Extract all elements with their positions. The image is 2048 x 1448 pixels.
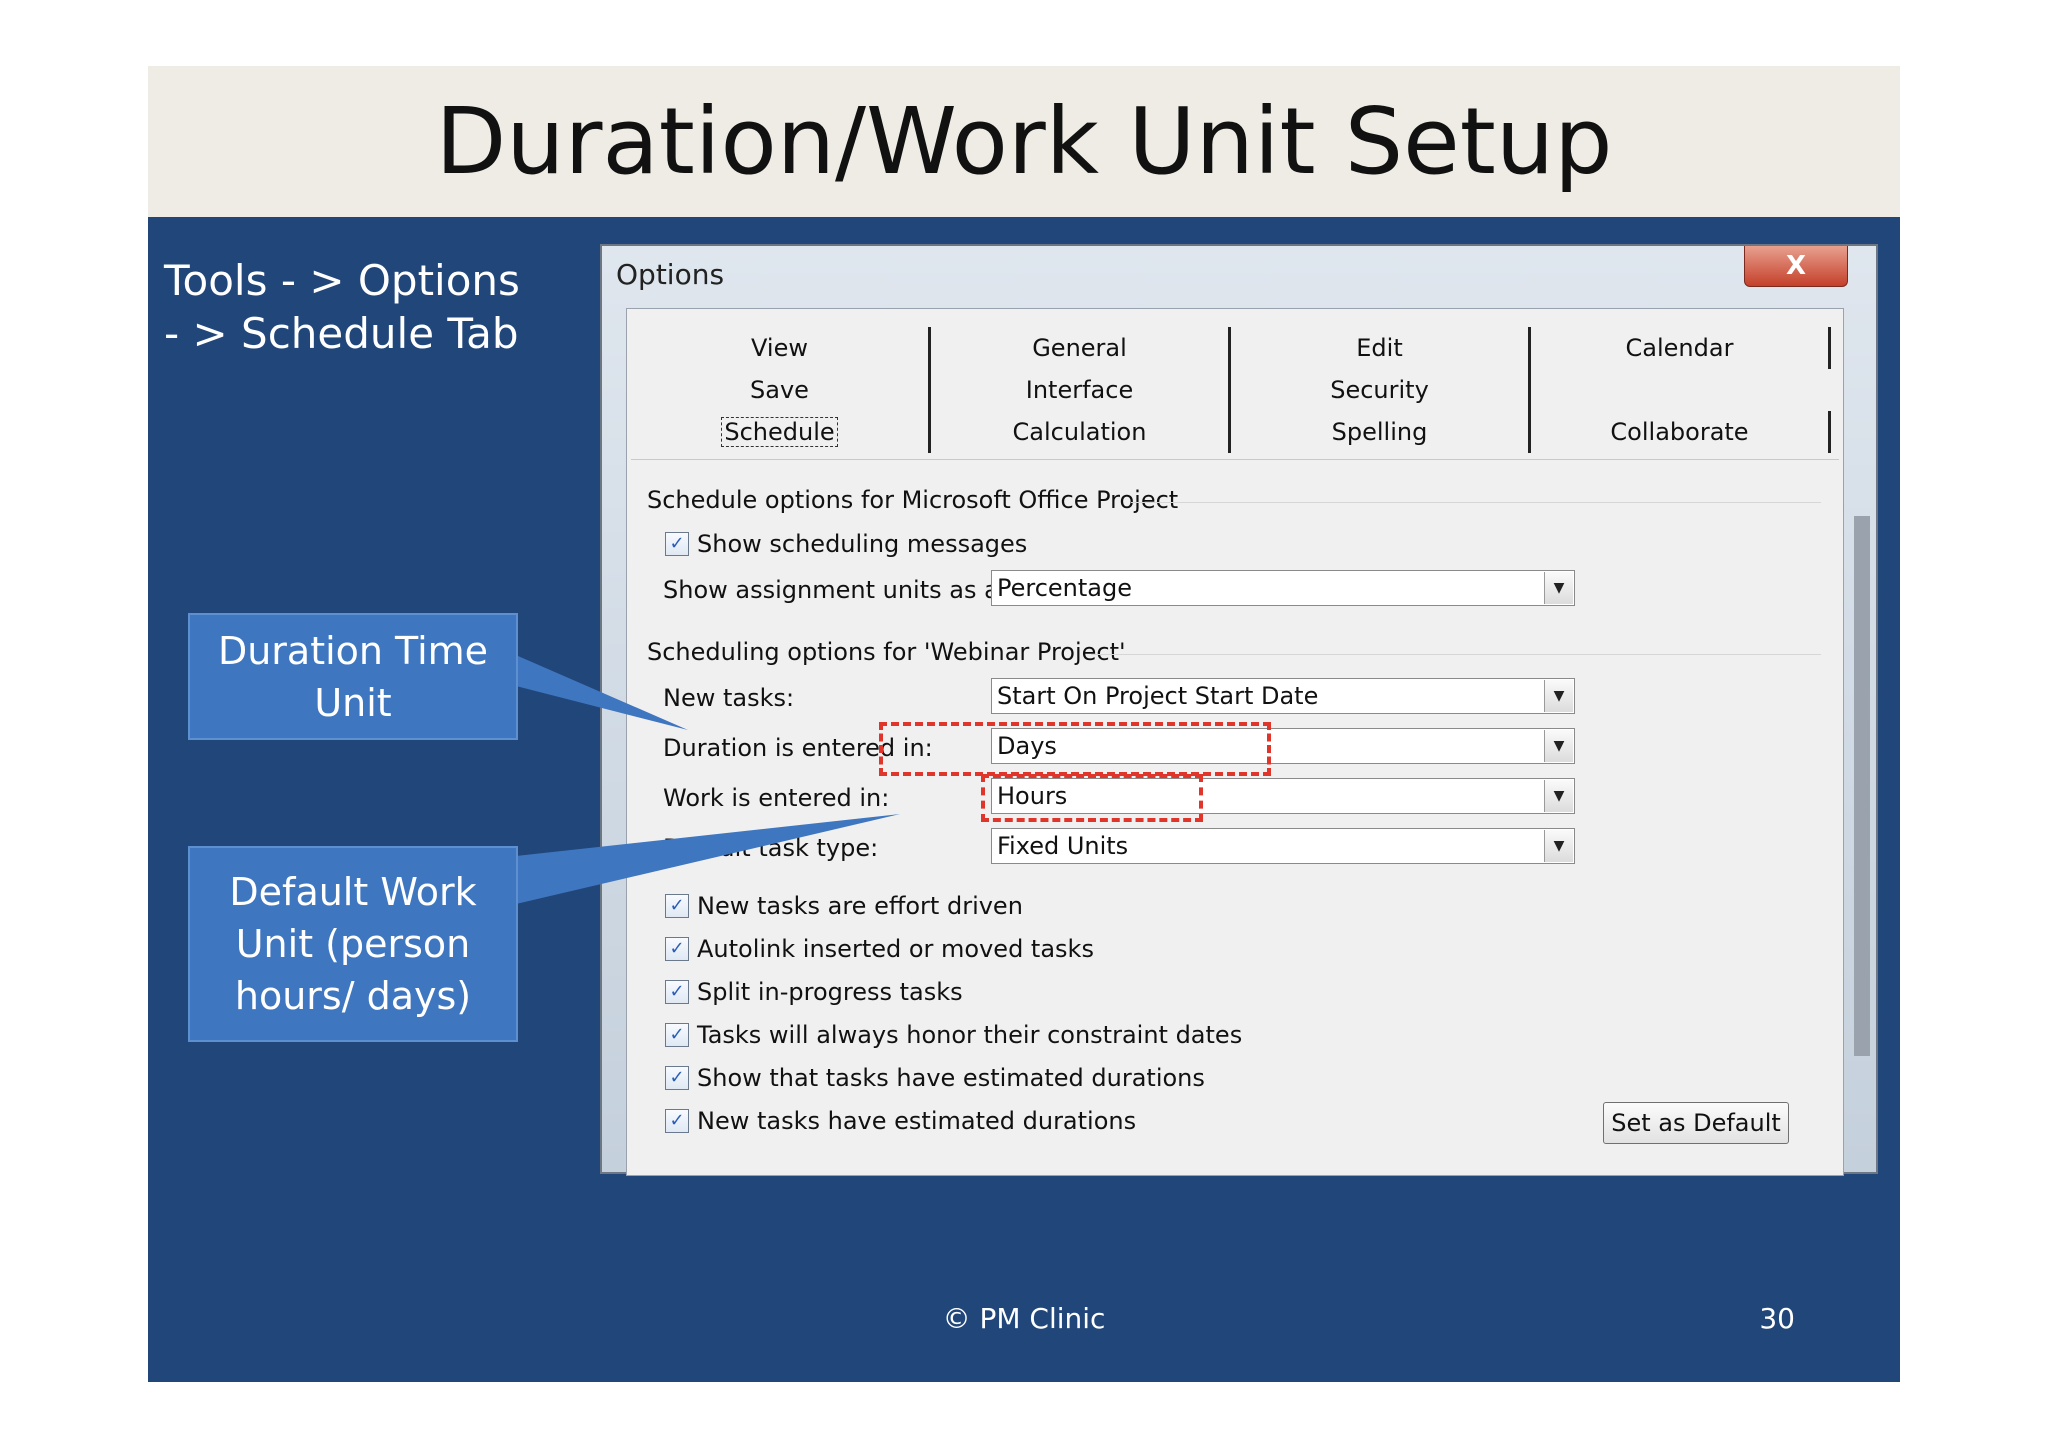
options-dialog: Options X View General Edit Calendar Sav… — [600, 244, 1878, 1176]
dialog-client-area: View General Edit Calendar Save Interfac… — [626, 308, 1844, 1176]
tab-interface[interactable]: Interface — [931, 369, 1231, 411]
close-button[interactable]: X — [1744, 246, 1848, 287]
set-as-default-button[interactable]: Set as Default — [1603, 1102, 1789, 1144]
checkbox-label: New tasks have estimated durations — [697, 1107, 1137, 1135]
chevron-down-icon[interactable]: ▼ — [1544, 730, 1573, 762]
checkbox-label: Split in-progress tasks — [697, 978, 963, 1006]
checkbox-row-show-messages[interactable]: ✓ Show scheduling messages — [665, 530, 1027, 558]
checkbox-row-autolink[interactable]: ✓ Autolink inserted or moved tasks — [665, 935, 1094, 963]
tab-spelling[interactable]: Spelling — [1231, 411, 1531, 453]
tab-edit[interactable]: Edit — [1231, 327, 1531, 369]
task-type-select[interactable]: Fixed Units ▼ — [991, 828, 1575, 864]
checkbox[interactable]: ✓ — [665, 1066, 689, 1090]
duration-highlight-box — [879, 722, 1271, 776]
tab-row-3: Schedule Calculation Spelling Collaborat… — [631, 411, 1839, 453]
dialog-edge — [1854, 516, 1870, 1056]
checkbox-row-new-estimated[interactable]: ✓ New tasks have estimated durations — [665, 1107, 1136, 1135]
section-heading-project: Schedule options for Microsoft Office Pr… — [647, 486, 1179, 514]
tab-calculation[interactable]: Calculation — [931, 411, 1231, 453]
tab-view[interactable]: View — [631, 327, 931, 369]
page-number: 30 — [1759, 1302, 1795, 1335]
checkbox[interactable]: ✓ — [665, 894, 689, 918]
chevron-down-icon[interactable]: ▼ — [1544, 680, 1573, 712]
checkbox-label: Show scheduling messages — [697, 530, 1028, 558]
checkbox-label: Show that tasks have estimated durations — [697, 1064, 1205, 1092]
tab-row-1: View General Edit Calendar — [631, 327, 1839, 369]
section-divider — [1131, 502, 1821, 503]
work-unit-label: Work is entered in: — [663, 784, 890, 812]
assignment-units-label: Show assignment units as a: — [663, 576, 1007, 604]
work-highlight-box — [981, 774, 1203, 822]
chevron-down-icon[interactable]: ▼ — [1544, 830, 1573, 862]
callout-duration-time-unit: Duration Time Unit — [188, 613, 518, 740]
tab-save[interactable]: Save — [631, 369, 931, 411]
menu-path-line1: Tools - > Options — [164, 256, 520, 305]
slide-title: Duration/Work Unit Setup — [435, 88, 1613, 195]
chevron-down-icon[interactable]: ▼ — [1544, 572, 1573, 604]
title-band: Duration/Work Unit Setup — [148, 66, 1900, 217]
task-type-label: Default task type: — [663, 834, 879, 862]
tab-collaborate[interactable]: Collaborate — [1531, 411, 1831, 453]
tab-security[interactable]: Security — [1231, 369, 1531, 411]
footer-copyright: © PM Clinic — [942, 1302, 1106, 1335]
slide: Duration/Work Unit Setup Tools - > Optio… — [148, 66, 1900, 1382]
callout-default-work-unit: Default Work Unit (person hours/ days) — [188, 846, 518, 1042]
checkbox-label: New tasks are effort driven — [697, 892, 1023, 920]
close-icon: X — [1785, 251, 1807, 281]
menu-path-text: Tools - > Options - > Schedule Tab — [164, 254, 520, 360]
checkbox-row-constraint-dates[interactable]: ✓ Tasks will always honor their constrai… — [665, 1021, 1242, 1049]
checkbox-row-effort-driven[interactable]: ✓ New tasks are effort driven — [665, 892, 1023, 920]
checkbox[interactable]: ✓ — [665, 532, 689, 556]
tab-empty — [1531, 369, 1831, 411]
checkbox-label: Tasks will always honor their constraint… — [697, 1021, 1243, 1049]
checkbox[interactable]: ✓ — [665, 937, 689, 961]
menu-path-line2: - > Schedule Tab — [164, 309, 519, 358]
dialog-title: Options — [616, 258, 725, 291]
tab-calendar[interactable]: Calendar — [1531, 327, 1831, 369]
checkbox-row-split-tasks[interactable]: ✓ Split in-progress tasks — [665, 978, 963, 1006]
checkbox-label: Autolink inserted or moved tasks — [697, 935, 1094, 963]
tab-row-2: Save Interface Security — [631, 369, 1839, 411]
checkbox[interactable]: ✓ — [665, 1109, 689, 1133]
assignment-units-select[interactable]: Percentage ▼ — [991, 570, 1575, 606]
checkbox-row-show-estimated[interactable]: ✓ Show that tasks have estimated duratio… — [665, 1064, 1205, 1092]
tab-strip: View General Edit Calendar Save Interfac… — [631, 327, 1839, 453]
tab-schedule[interactable]: Schedule — [631, 411, 931, 453]
tab-general[interactable]: General — [931, 327, 1231, 369]
new-tasks-label: New tasks: — [663, 684, 795, 712]
checkbox[interactable]: ✓ — [665, 1023, 689, 1047]
section-heading-webinar: Scheduling options for 'Webinar Project' — [647, 638, 1126, 666]
chevron-down-icon[interactable]: ▼ — [1544, 780, 1573, 812]
new-tasks-select[interactable]: Start On Project Start Date ▼ — [991, 678, 1575, 714]
section-divider — [1091, 654, 1821, 655]
checkbox[interactable]: ✓ — [665, 980, 689, 1004]
schedule-tab-page: Schedule options for Microsoft Office Pr… — [631, 459, 1839, 1180]
